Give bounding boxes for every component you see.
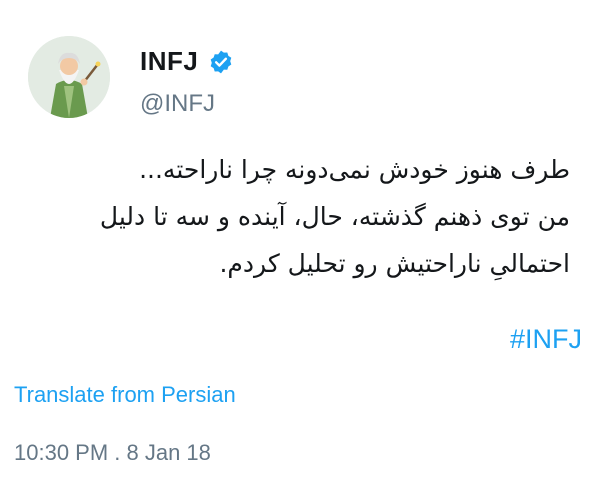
translate-link[interactable]: Translate from Persian xyxy=(14,382,236,408)
tweet-line: طرف هنوز خودش نمی‌دونه چرا ناراحته... xyxy=(139,155,570,184)
tweet-line: من توی ذهنم گذشته، حال، آینده و سه تا دل… xyxy=(99,202,570,231)
avatar[interactable] xyxy=(28,36,110,118)
timestamp: 10:30 PM . 8 Jan 18 xyxy=(14,440,211,465)
display-name[interactable]: INFJ xyxy=(140,46,198,77)
user-header: INFJ xyxy=(140,46,234,77)
tweet-text: طرف هنوز خودش نمی‌دونه چرا ناراحته... من… xyxy=(10,146,570,287)
wizard-avatar-icon xyxy=(28,36,110,118)
tweet-line: احتمالیِ ناراحتیش رو تحلیل کردم. xyxy=(219,249,570,278)
verified-badge-icon xyxy=(211,50,232,73)
user-handle[interactable]: @INFJ xyxy=(140,90,215,118)
hashtag-link[interactable]: #INFJ xyxy=(510,324,582,355)
